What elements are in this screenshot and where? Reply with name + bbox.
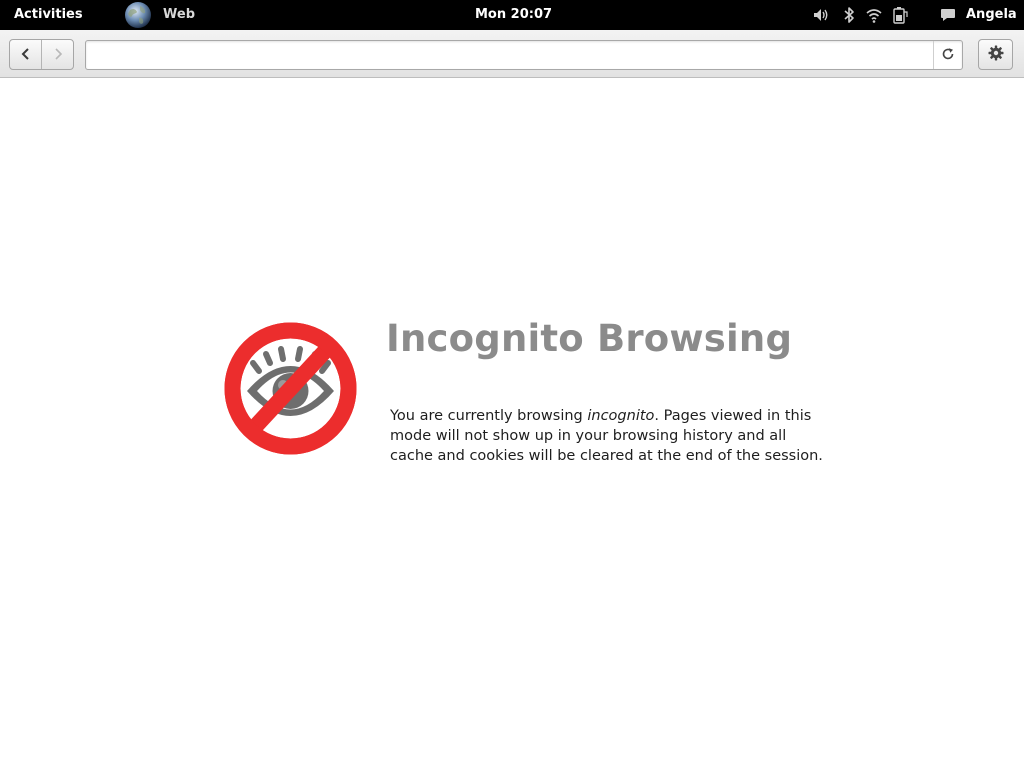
- top-panel: Activities Web Mon 20:07 Angela: [0, 0, 1024, 30]
- incognito-description: You are currently browsing incognito. Pa…: [390, 406, 830, 466]
- incognito-eye-icon: [223, 321, 358, 456]
- reload-button[interactable]: [933, 41, 962, 69]
- navigation-buttons: [9, 39, 74, 70]
- url-bar: [85, 40, 963, 70]
- globe-icon[interactable]: [124, 1, 152, 29]
- back-arrow-icon: [21, 45, 31, 64]
- user-menu[interactable]: Angela: [966, 7, 1017, 22]
- bluetooth-icon[interactable]: [843, 6, 855, 24]
- chat-icon[interactable]: [940, 6, 956, 24]
- reload-icon: [941, 46, 955, 65]
- volume-icon[interactable]: [812, 6, 830, 24]
- incognito-text-start: You are currently browsing: [390, 408, 588, 424]
- gear-icon: [988, 45, 1004, 65]
- incognito-page: Incognito Browsing You are currently bro…: [0, 79, 1024, 768]
- battery-icon[interactable]: [892, 6, 908, 24]
- activities-button[interactable]: Activities: [14, 7, 83, 22]
- wifi-icon[interactable]: [866, 6, 882, 24]
- back-button[interactable]: [10, 40, 41, 69]
- settings-button[interactable]: [978, 39, 1013, 70]
- app-menu-label[interactable]: Web: [163, 7, 195, 22]
- forward-arrow-icon: [53, 45, 63, 64]
- forward-button[interactable]: [41, 40, 73, 69]
- incognito-title: Incognito Browsing: [386, 317, 793, 360]
- browser-toolbar: [0, 30, 1024, 78]
- url-input[interactable]: [86, 41, 934, 69]
- clock[interactable]: Mon 20:07: [475, 7, 552, 22]
- incognito-text-emphasis: incognito: [587, 408, 655, 424]
